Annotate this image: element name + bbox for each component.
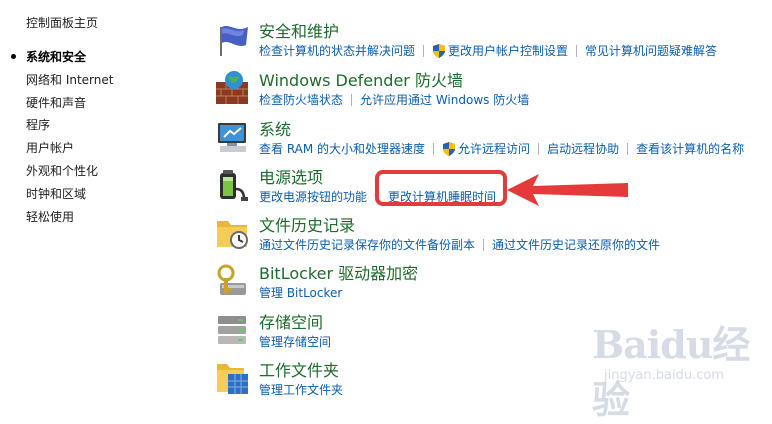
- remote-assistance-link[interactable]: 启动远程协助: [547, 140, 619, 157]
- power-options-icon: [220, 170, 248, 201]
- sidebar-item-ease-of-access[interactable]: 轻松使用: [26, 208, 113, 231]
- work-folders-icon: [217, 364, 248, 394]
- category-title[interactable]: 文件历史记录: [259, 212, 355, 236]
- category-title[interactable]: 存储空间: [259, 309, 323, 333]
- link-separator: [538, 142, 540, 155]
- category-title[interactable]: BitLocker 驱动器加密: [259, 260, 418, 284]
- sidebar-item-network[interactable]: 网络和 Internet: [26, 71, 113, 94]
- sidebar-item-hardware-sound[interactable]: 硬件和声音: [26, 94, 113, 117]
- watermark-url: jingyan.baidu.com: [604, 368, 724, 383]
- firewall-status-link[interactable]: 检查防火墙状态: [259, 91, 343, 108]
- category-title[interactable]: Windows Defender 防火墙: [259, 67, 463, 91]
- system-computer-icon: [218, 123, 246, 152]
- uac-settings-link[interactable]: 更改用户帐户控制设置: [448, 42, 568, 59]
- file-history-icon: [217, 221, 248, 249]
- link-separator: [433, 142, 435, 155]
- bitlocker-icon: [217, 264, 246, 295]
- link-separator: [576, 44, 578, 57]
- power-button-function-link[interactable]: 更改电源按钮的功能: [259, 188, 367, 205]
- category-title[interactable]: 安全和维护: [259, 18, 339, 42]
- sidebar-item-appearance[interactable]: 外观和个性化: [26, 162, 113, 185]
- manage-bitlocker-link[interactable]: 管理 BitLocker: [259, 284, 342, 301]
- allow-remote-access-link[interactable]: 允许远程访问: [458, 140, 530, 157]
- sidebar-item-user-accounts[interactable]: 用户帐户: [26, 139, 113, 162]
- category-title[interactable]: 系统: [259, 116, 291, 140]
- restore-files-link[interactable]: 通过文件历史记录还原你的文件: [492, 236, 660, 253]
- category-title[interactable]: 工作文件夹: [259, 357, 339, 381]
- ram-processor-link[interactable]: 查看 RAM 的大小和处理器速度: [259, 140, 425, 157]
- allow-app-firewall-link[interactable]: 允许应用通过 Windows 防火墙: [360, 91, 529, 108]
- manage-storage-spaces-link[interactable]: 管理存储空间: [259, 333, 331, 350]
- sidebar-nav: 系统和安全 网络和 Internet 硬件和声音 程序 用户帐户 外观和个性化 …: [10, 48, 113, 231]
- sidebar-item-clock-region[interactable]: 时钟和区域: [26, 185, 113, 208]
- baidu-watermark: Baidu经验 jingyan.baidu.com: [592, 314, 767, 422]
- computer-name-link[interactable]: 查看该计算机的名称: [636, 140, 744, 157]
- uac-shield-icon: [433, 43, 446, 58]
- link-separator: [423, 44, 425, 57]
- security-flag-icon: [220, 26, 248, 56]
- sidebar-home-link[interactable]: 控制面板主页: [26, 14, 98, 31]
- troubleshooting-link[interactable]: 常见计算机问题疑难解答: [585, 42, 717, 59]
- storage-spaces-icon: [218, 316, 246, 344]
- manage-work-folders-link[interactable]: 管理工作文件夹: [259, 381, 343, 398]
- link-separator: [483, 238, 485, 251]
- sidebar-item-system-security[interactable]: 系统和安全: [10, 48, 113, 71]
- backup-files-link[interactable]: 通过文件历史记录保存你的文件备份副本: [259, 236, 475, 253]
- category-title[interactable]: 电源选项: [259, 164, 323, 188]
- uac-shield-icon: [443, 141, 456, 156]
- link-separator: [627, 142, 629, 155]
- firewall-icon: [216, 71, 248, 104]
- check-status-link[interactable]: 检查计算机的状态并解决问题: [259, 42, 415, 59]
- sidebar-item-programs[interactable]: 程序: [26, 116, 113, 139]
- annotation-highlight-box: [375, 170, 507, 206]
- annotation-arrow-icon: [507, 174, 628, 206]
- link-separator: [351, 93, 353, 106]
- sidebar: 控制面板主页 系统和安全 网络和 Internet 硬件和声音 程序 用户帐户 …: [0, 0, 200, 402]
